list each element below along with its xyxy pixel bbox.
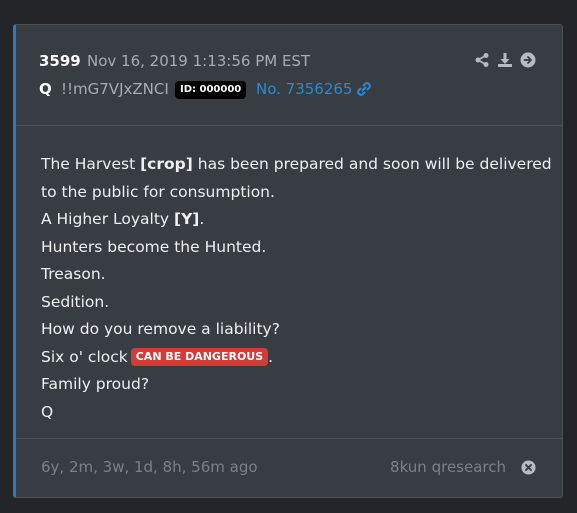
- post-number-link-label[interactable]: No. 7356265: [256, 80, 352, 98]
- author-name: Q: [39, 80, 52, 98]
- body-line: to the public for consumption.: [41, 182, 275, 201]
- link-icon[interactable]: [356, 81, 372, 97]
- body-line: A Higher Loyalty [Y].: [41, 210, 205, 228]
- post-body: The Harvest [crop] has been prepared and…: [41, 151, 552, 426]
- body-line: Q: [41, 402, 54, 421]
- post-card: 3599 Nov 16, 2019 1:13:56 PM EST Q !!mG7…: [13, 24, 563, 498]
- tripcode: !!mG7VJxZNCI: [61, 80, 169, 98]
- relative-time: 6y, 2m, 3w, 1d, 8h, 56m ago: [41, 458, 258, 476]
- body-line: Hunters become the Hunted.: [41, 237, 267, 256]
- body-line: Six o' clock CAN BE DANGEROUS.: [41, 347, 274, 366]
- source-label: 8kun qresearch: [390, 458, 506, 476]
- share-icon[interactable]: [474, 52, 490, 68]
- post-footer: 6y, 2m, 3w, 1d, 8h, 56m ago 8kun qresear…: [16, 438, 562, 497]
- bold-text: [Y]: [174, 210, 200, 228]
- danger-badge: CAN BE DANGEROUS: [130, 347, 269, 366]
- body-line: Treason.: [41, 265, 106, 283]
- bold-text: [crop]: [140, 155, 193, 173]
- body-line: The Harvest [crop] has been prepared and…: [41, 155, 552, 173]
- post-date: Nov 16, 2019 1:13:56 PM EST: [87, 52, 311, 70]
- post-number: 3599: [39, 52, 81, 70]
- arrow-right-circle-icon[interactable]: [520, 52, 536, 68]
- body-line: How do you remove a liability?: [41, 320, 280, 338]
- id-badge: ID: 000000: [175, 81, 247, 99]
- body-line: Sedition.: [41, 292, 110, 311]
- body-line: Family proud?: [41, 375, 150, 393]
- post-actions: [474, 52, 536, 68]
- download-icon[interactable]: [497, 52, 513, 68]
- post-header: 3599 Nov 16, 2019 1:13:56 PM EST Q !!mG7…: [16, 25, 562, 126]
- close-icon[interactable]: [521, 460, 536, 475]
- post-number-link[interactable]: No. 7356265: [256, 80, 372, 98]
